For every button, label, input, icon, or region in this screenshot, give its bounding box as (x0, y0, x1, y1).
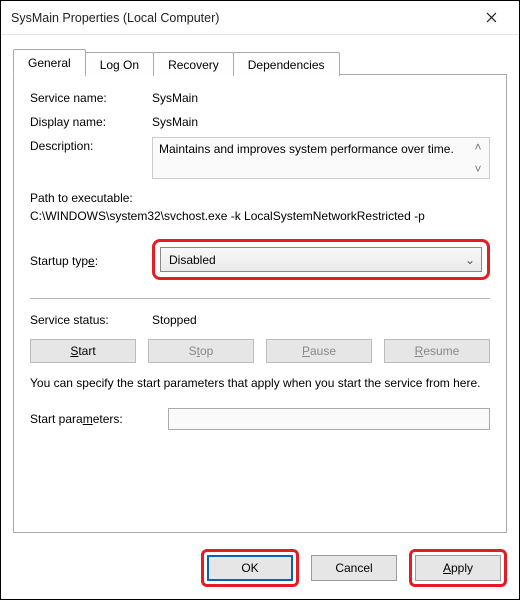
ok-highlight: OK (201, 549, 299, 587)
startup-type-value: Disabled (169, 253, 216, 267)
row-service-status: Service status: Stopped (30, 311, 490, 327)
tab-recovery[interactable]: Recovery (153, 52, 234, 76)
divider (30, 298, 490, 299)
description-text: Maintains and improves system performanc… (159, 142, 454, 156)
row-description: Description: Maintains and improves syst… (30, 137, 490, 179)
path-value: C:\WINDOWS\system32\svchost.exe -k Local… (30, 207, 490, 225)
tab-panel-general: Service name: SysMain Display name: SysM… (13, 75, 507, 533)
chevron-down-icon: ⌄ (465, 253, 475, 267)
tab-spacer (340, 74, 508, 75)
service-control-buttons: Start Stop Pause Resume (30, 339, 490, 363)
display-name-value: SysMain (152, 113, 490, 129)
tab-strip: General Log On Recovery Dependencies (13, 49, 507, 75)
ok-button[interactable]: OK (207, 555, 293, 581)
apply-highlight: Apply (409, 549, 507, 587)
cancel-button[interactable]: Cancel (311, 555, 397, 581)
row-service-name: Service name: SysMain (30, 89, 490, 105)
service-status-value: Stopped (152, 311, 490, 327)
dialog-footer: OK Cancel Apply (1, 539, 519, 599)
path-block: Path to executable: C:\WINDOWS\system32\… (30, 189, 490, 225)
startup-type-select[interactable]: Disabled ⌄ (160, 247, 482, 272)
description-label: Description: (30, 137, 152, 153)
help-text: You can specify the start parameters tha… (30, 375, 490, 392)
service-name-label: Service name: (30, 89, 152, 105)
apply-button[interactable]: Apply (415, 555, 501, 581)
path-label: Path to executable: (30, 189, 490, 207)
resume-button: Resume (384, 339, 490, 363)
close-button[interactable] (469, 1, 513, 34)
service-status-label: Service status: (30, 311, 152, 327)
row-display-name: Display name: SysMain (30, 113, 490, 129)
display-name-label: Display name: (30, 113, 152, 129)
tab-logon[interactable]: Log On (85, 52, 154, 76)
start-button[interactable]: Start (30, 339, 136, 363)
window-title: SysMain Properties (Local Computer) (11, 11, 469, 25)
scroll-down-icon[interactable]: ˅ (471, 162, 485, 176)
tab-general[interactable]: General (13, 49, 86, 75)
row-start-parameters: Start parameters: (30, 408, 490, 430)
title-bar: SysMain Properties (Local Computer) (1, 1, 519, 35)
startup-type-label: Startup type: (30, 252, 152, 268)
close-icon (486, 12, 497, 23)
start-parameters-input[interactable] (168, 408, 490, 430)
pause-button: Pause (266, 339, 372, 363)
dialog-content: General Log On Recovery Dependencies Ser… (1, 35, 519, 539)
row-startup-type: Startup type: Disabled ⌄ (30, 239, 490, 280)
startup-type-highlight: Disabled ⌄ (152, 239, 490, 280)
service-name-value: SysMain (152, 89, 490, 105)
description-box: Maintains and improves system performanc… (152, 137, 490, 179)
stop-button: Stop (148, 339, 254, 363)
scroll-up-icon[interactable]: ˄ (471, 140, 485, 154)
tab-dependencies[interactable]: Dependencies (233, 52, 340, 76)
description-scrollbar[interactable]: ˄ ˅ (471, 140, 487, 176)
start-parameters-label: Start parameters: (30, 412, 158, 426)
